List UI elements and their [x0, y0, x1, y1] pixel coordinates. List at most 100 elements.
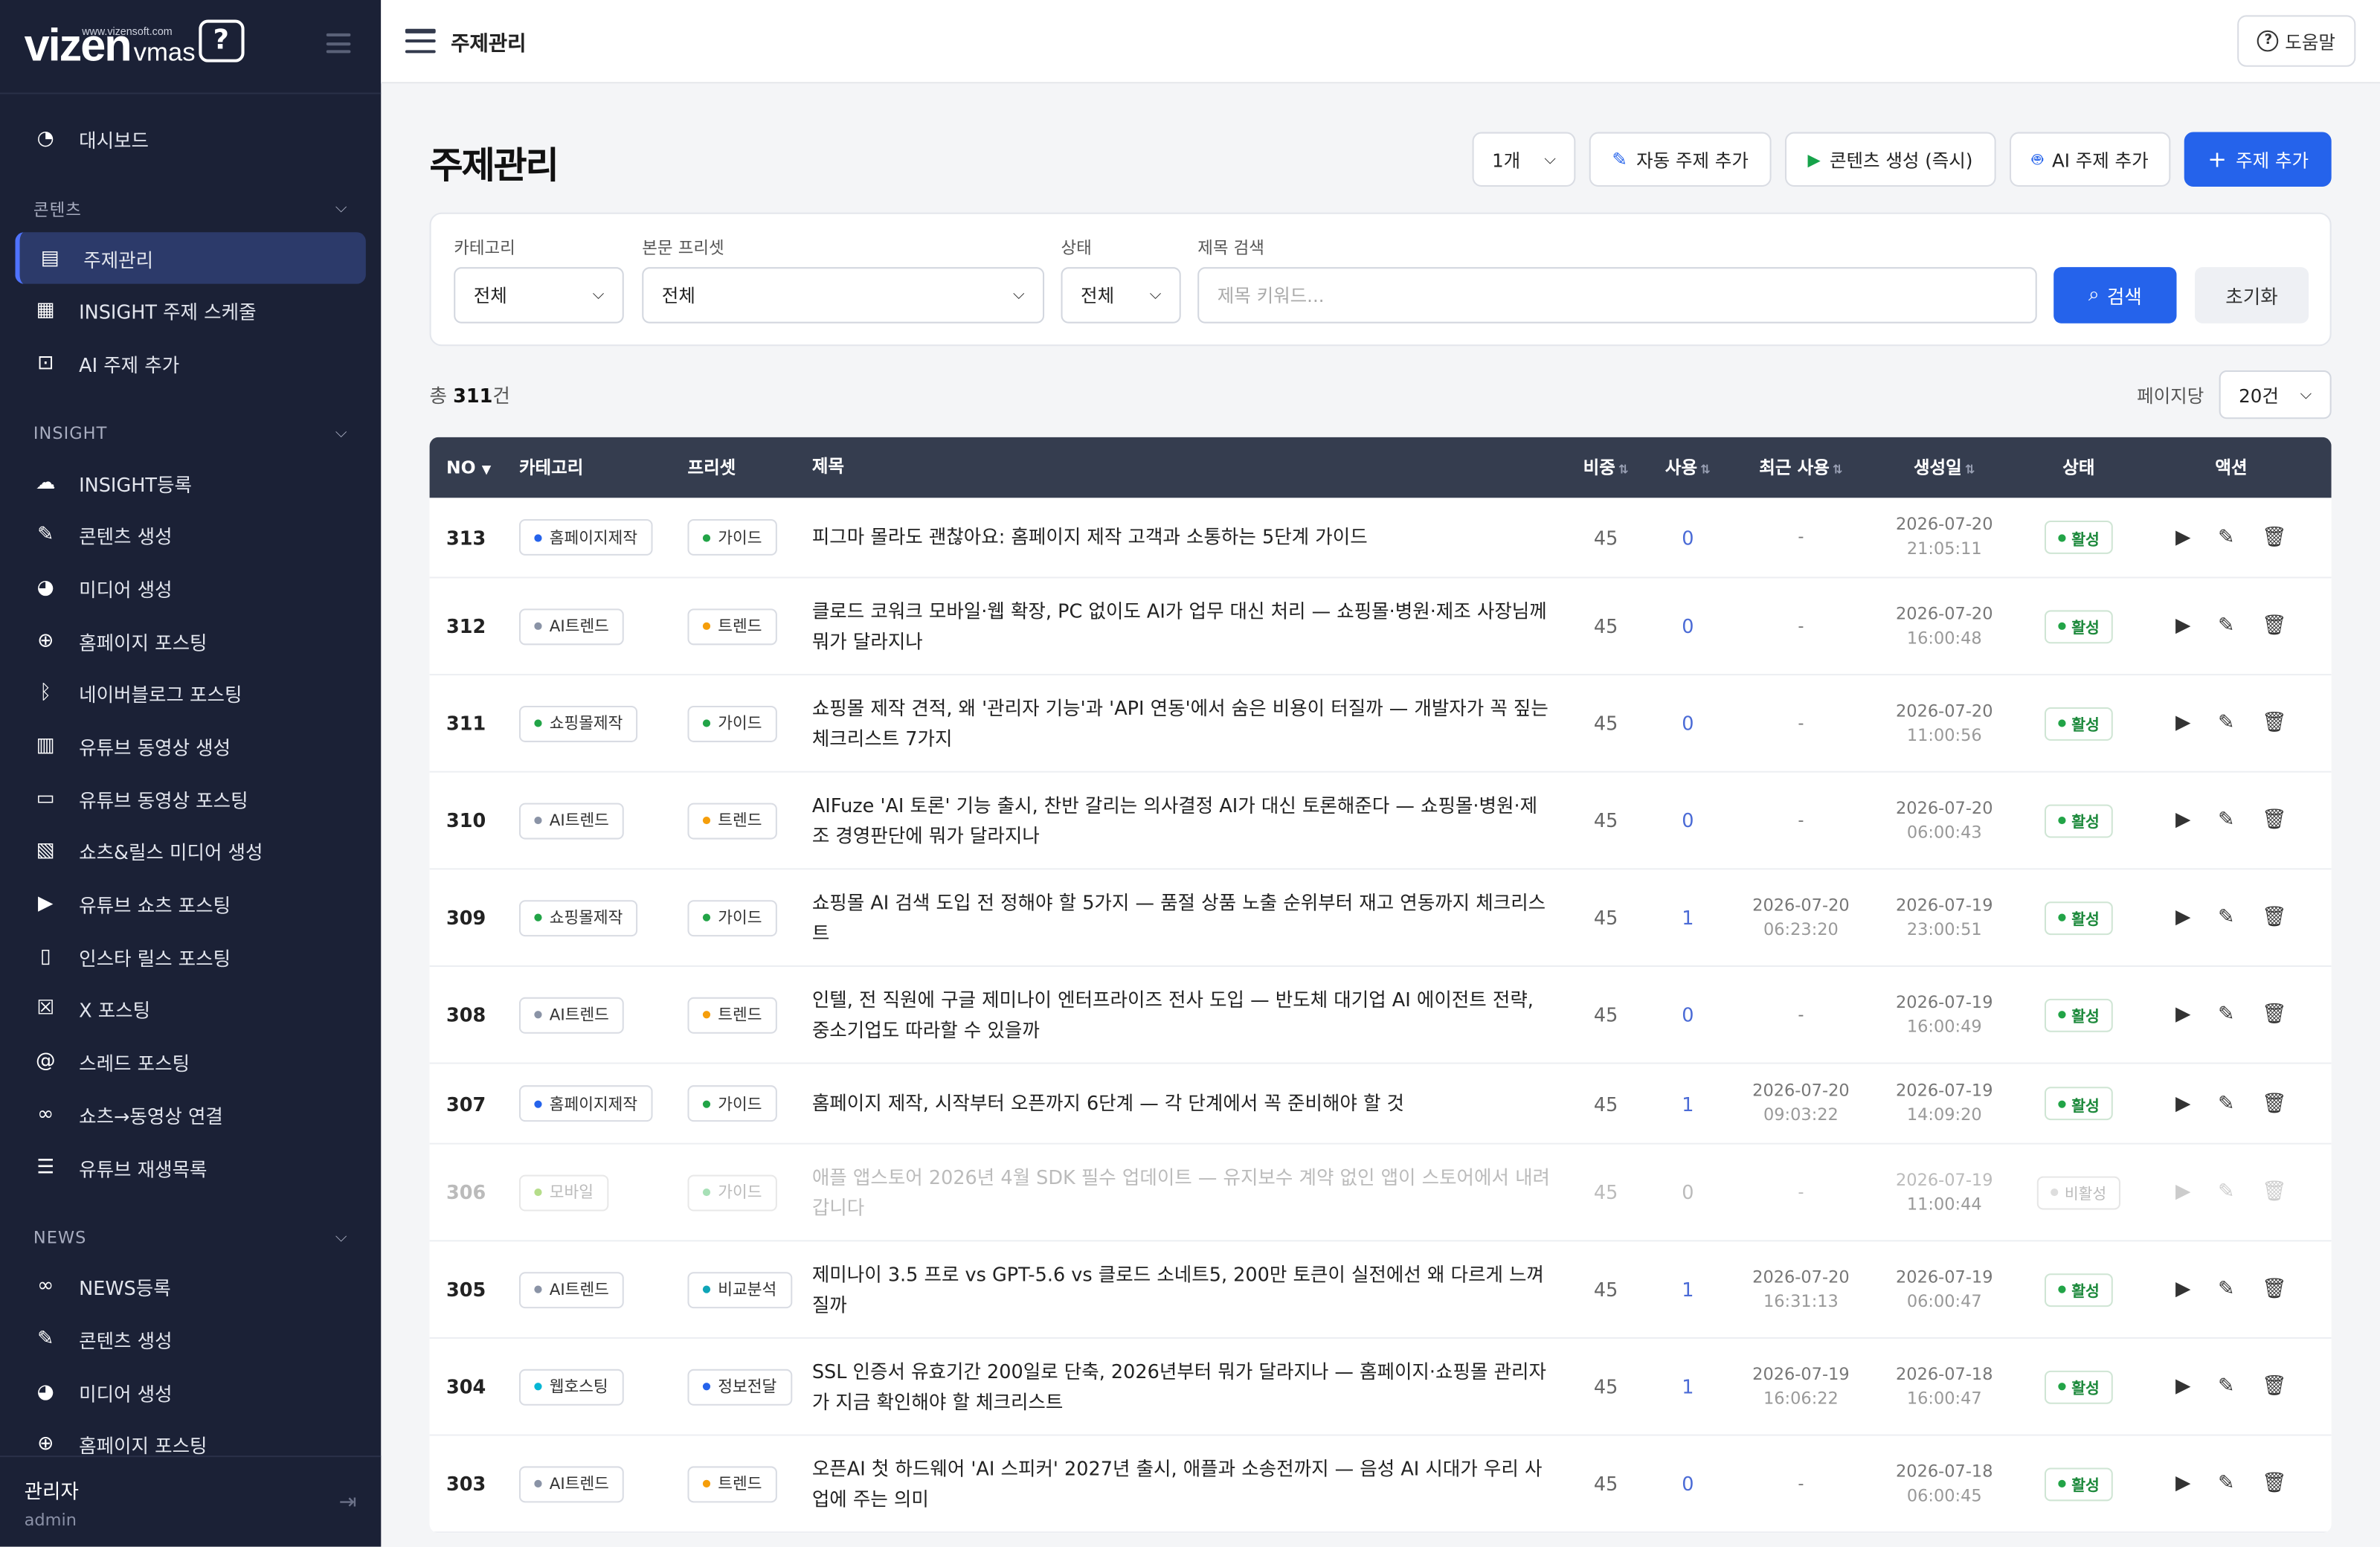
status-badge[interactable]: 활성	[2044, 997, 2114, 1032]
ai-add-button[interactable]: 🤖︎ AI 주제 추가	[2009, 132, 2172, 187]
edit-icon[interactable]: ✎	[2218, 712, 2234, 735]
edit-icon[interactable]: ✎	[2218, 615, 2234, 638]
run-icon[interactable]: ▶	[2175, 712, 2190, 735]
trash-icon[interactable]: 🗑︎	[2262, 526, 2287, 549]
reset-button[interactable]: 초기화	[2194, 267, 2309, 324]
logout-icon[interactable]: ⇥	[339, 1490, 357, 1515]
run-icon[interactable]: ▶	[2175, 1003, 2190, 1026]
sidebar-item-1-9[interactable]: ▯ 인스타 릴스 포스팅	[0, 930, 381, 983]
sidebar-section-0[interactable]: 콘텐츠 ⌵	[0, 186, 381, 231]
table-row[interactable]: 304 웹호스팅 정보전달 SSL 인증서 유효기간 200일로 단축, 2026년부…	[429, 1338, 2332, 1436]
trash-icon[interactable]: 🗑︎	[2262, 712, 2287, 735]
status-badge[interactable]: 활성	[2044, 901, 2114, 935]
trash-icon[interactable]: 🗑︎	[2262, 1181, 2287, 1204]
sidebar-collapse-icon[interactable]	[326, 33, 351, 54]
table-row[interactable]: 306 모바일 가이드 애플 앱스토어 2026년 4월 SDK 필수 업데이트 — …	[429, 1144, 2332, 1242]
logo[interactable]: vizen vmas www.vizensoft.com ?	[0, 0, 382, 94]
help-button[interactable]: ? 도움말	[2237, 15, 2356, 67]
run-icon[interactable]: ▶	[2175, 1473, 2190, 1496]
sidebar-item-1-3[interactable]: ⊕ 홈페이지 포스팅	[0, 614, 381, 667]
generate-now-button[interactable]: ▶ 콘텐츠 생성 (즉시)	[1784, 132, 1996, 187]
table-row[interactable]: 305 AI트렌드 비교분석 제미나이 3.5 프로 vs GPT-5.6 vs 클로…	[429, 1241, 2332, 1339]
add-topic-button[interactable]: + 주제 추가	[2184, 132, 2332, 187]
sidebar-item-1-0[interactable]: ☁ INSIGHT등록	[0, 457, 381, 509]
trash-icon[interactable]: 🗑︎	[2262, 615, 2287, 638]
trash-icon[interactable]: 🗑︎	[2262, 1375, 2287, 1398]
run-icon[interactable]: ▶	[2175, 1278, 2190, 1301]
run-icon[interactable]: ▶	[2175, 1375, 2190, 1398]
run-icon[interactable]: ▶	[2175, 1092, 2190, 1115]
status-badge[interactable]: 활성	[2044, 1273, 2114, 1307]
row-title[interactable]: 홈페이지 제작, 시작부터 오픈까지 6단계 — 각 단계에서 꼭 준비해야 할…	[812, 1089, 1565, 1119]
category-select[interactable]: 전체 ⌵	[454, 267, 624, 324]
trash-icon[interactable]: 🗑︎	[2262, 1003, 2287, 1026]
row-title[interactable]: 쇼핑몰 AI 검색 도입 전 정해야 할 5가지 — 품절 상품 노출 순위부터…	[812, 888, 1565, 947]
edit-icon[interactable]: ✎	[2218, 1375, 2234, 1398]
status-badge[interactable]: 비활성	[2037, 1175, 2120, 1209]
table-row[interactable]: 310 AI트렌드 트렌드 AIFuze 'AI 토론' 기능 출시, 찬반 갈리는 …	[429, 772, 2332, 870]
table-row[interactable]: 313 홈페이지제작 가이드 피그마 몰라도 괜찮아요: 홈페이지 제작 고객과 소통…	[429, 498, 2332, 579]
sidebar-item-1-12[interactable]: ∞ 쇼츠→동영상 연결	[0, 1088, 381, 1141]
col-recent[interactable]: 최근 사용 ⇅	[1728, 455, 1873, 480]
sidebar-item-1-4[interactable]: ᛒ 네이버블로그 포스팅	[0, 667, 381, 720]
sidebar-item-2-1[interactable]: ✎ 콘텐츠 생성	[0, 1313, 381, 1366]
sidebar-item-1-6[interactable]: ▭ 유튜브 동영상 포스팅	[0, 773, 381, 826]
trash-icon[interactable]: 🗑︎	[2262, 906, 2287, 929]
col-weight[interactable]: 비중 ⇅	[1565, 455, 1647, 480]
sidebar-item-1-10[interactable]: ☒ X 포스팅	[0, 983, 381, 1036]
preset-select[interactable]: 전체 ⌵	[642, 267, 1045, 324]
menu-icon[interactable]	[405, 28, 436, 54]
sidebar-item-0-2[interactable]: ⊡ AI 주제 추가	[0, 337, 381, 390]
trash-icon[interactable]: 🗑︎	[2262, 1278, 2287, 1301]
row-title[interactable]: 쇼핑몰 제작 견적, 왜 '관리자 기능'과 'API 연동'에서 숨은 비용이…	[812, 694, 1565, 753]
status-badge[interactable]: 활성	[2044, 1087, 2114, 1121]
sidebar-section-2[interactable]: NEWS ⌵	[0, 1215, 381, 1260]
col-created[interactable]: 생성일 ⇅	[1873, 455, 2016, 480]
status-badge[interactable]: 활성	[2044, 609, 2114, 643]
sidebar-item-dashboard[interactable]: ◔ 대시보드	[0, 112, 381, 165]
sidebar-item-1-1[interactable]: ✎ 콘텐츠 생성	[0, 509, 381, 562]
sidebar-item-2-0[interactable]: ∞ NEWS등록	[0, 1261, 381, 1313]
count-select[interactable]: 1개 ⌵	[1472, 132, 1576, 187]
table-row[interactable]: 303 AI트렌드 트렌드 오픈AI 첫 하드웨어 'AI 스피커' 2027년 출시…	[429, 1435, 2332, 1534]
per-page-select[interactable]: 20건 ⌵	[2219, 370, 2332, 419]
edit-icon[interactable]: ✎	[2218, 1003, 2234, 1026]
status-badge[interactable]: 활성	[2044, 803, 2114, 837]
status-badge[interactable]: 활성	[2044, 1467, 2114, 1501]
table-row[interactable]: 307 홈페이지제작 가이드 홈페이지 제작, 시작부터 오픈까지 6단계 — 각 단…	[429, 1064, 2332, 1145]
row-title[interactable]: 클로드 코워크 모바일·웹 확장, PC 없이도 AI가 업무 대신 처리 — …	[812, 596, 1565, 655]
status-select[interactable]: 전체 ⌵	[1061, 267, 1181, 324]
col-used[interactable]: 사용 ⇅	[1647, 455, 1728, 480]
sidebar-item-2-2[interactable]: ◕ 미디어 생성	[0, 1366, 381, 1418]
sidebar-item-1-8[interactable]: ▶ 유튜브 쇼츠 포스팅	[0, 878, 381, 930]
status-badge[interactable]: 활성	[2044, 706, 2114, 740]
sidebar-item-1-11[interactable]: @ 스레드 포스팅	[0, 1035, 381, 1088]
row-title[interactable]: SSL 인증서 유효기간 200일로 단축, 2026년부터 뭐가 달라지나 —…	[812, 1357, 1565, 1416]
table-row[interactable]: 308 AI트렌드 트렌드 인텔, 전 직원에 구글 제미나이 엔터프라이즈 전사 도…	[429, 966, 2332, 1064]
row-title[interactable]: 제미나이 3.5 프로 vs GPT-5.6 vs 클로드 소네트5, 200만…	[812, 1260, 1565, 1319]
row-title[interactable]: 인텔, 전 직원에 구글 제미나이 엔터프라이즈 전사 도입 — 반도체 대기업…	[812, 985, 1565, 1044]
sidebar-item-1-7[interactable]: ▧ 쇼츠&릴스 미디어 생성	[0, 825, 381, 878]
edit-icon[interactable]: ✎	[2218, 1278, 2234, 1301]
status-badge[interactable]: 활성	[2044, 520, 2114, 554]
table-row[interactable]: 312 AI트렌드 트렌드 클로드 코워크 모바일·웹 확장, PC 없이도 AI가 …	[429, 578, 2332, 676]
edit-icon[interactable]: ✎	[2218, 1181, 2234, 1204]
search-input[interactable]: 제목 키워드...	[1197, 267, 2037, 324]
sidebar-item-1-5[interactable]: ▥ 유튜브 동영상 생성	[0, 720, 381, 773]
table-row[interactable]: 309 쇼핑몰제작 가이드 쇼핑몰 AI 검색 도입 전 정해야 할 5가지 — 품절…	[429, 869, 2332, 967]
row-title[interactable]: 피그마 몰라도 괜찮아요: 홈페이지 제작 고객과 소통하는 5단계 가이드	[812, 523, 1565, 553]
sidebar-item-1-13[interactable]: ☰ 유튜브 재생목록	[0, 1141, 381, 1194]
edit-icon[interactable]: ✎	[2218, 809, 2234, 832]
edit-icon[interactable]: ✎	[2218, 1092, 2234, 1115]
run-icon[interactable]: ▶	[2175, 1181, 2190, 1204]
auto-add-button[interactable]: ✎ 자동 주제 추가	[1589, 132, 1772, 187]
edit-icon[interactable]: ✎	[2218, 1473, 2234, 1496]
sidebar-section-1[interactable]: INSIGHT ⌵	[0, 411, 381, 457]
table-row[interactable]: 311 쇼핑몰제작 가이드 쇼핑몰 제작 견적, 왜 '관리자 기능'과 'API 연…	[429, 675, 2332, 773]
run-icon[interactable]: ▶	[2175, 615, 2190, 638]
status-badge[interactable]: 활성	[2044, 1369, 2114, 1403]
sidebar-item-0-0[interactable]: ▤ 주제관리	[15, 231, 366, 285]
run-icon[interactable]: ▶	[2175, 526, 2190, 549]
search-button[interactable]: ⌕ 검색	[2053, 267, 2177, 324]
row-title[interactable]: AIFuze 'AI 토론' 기능 출시, 찬반 갈리는 의사결정 AI가 대신…	[812, 791, 1565, 850]
